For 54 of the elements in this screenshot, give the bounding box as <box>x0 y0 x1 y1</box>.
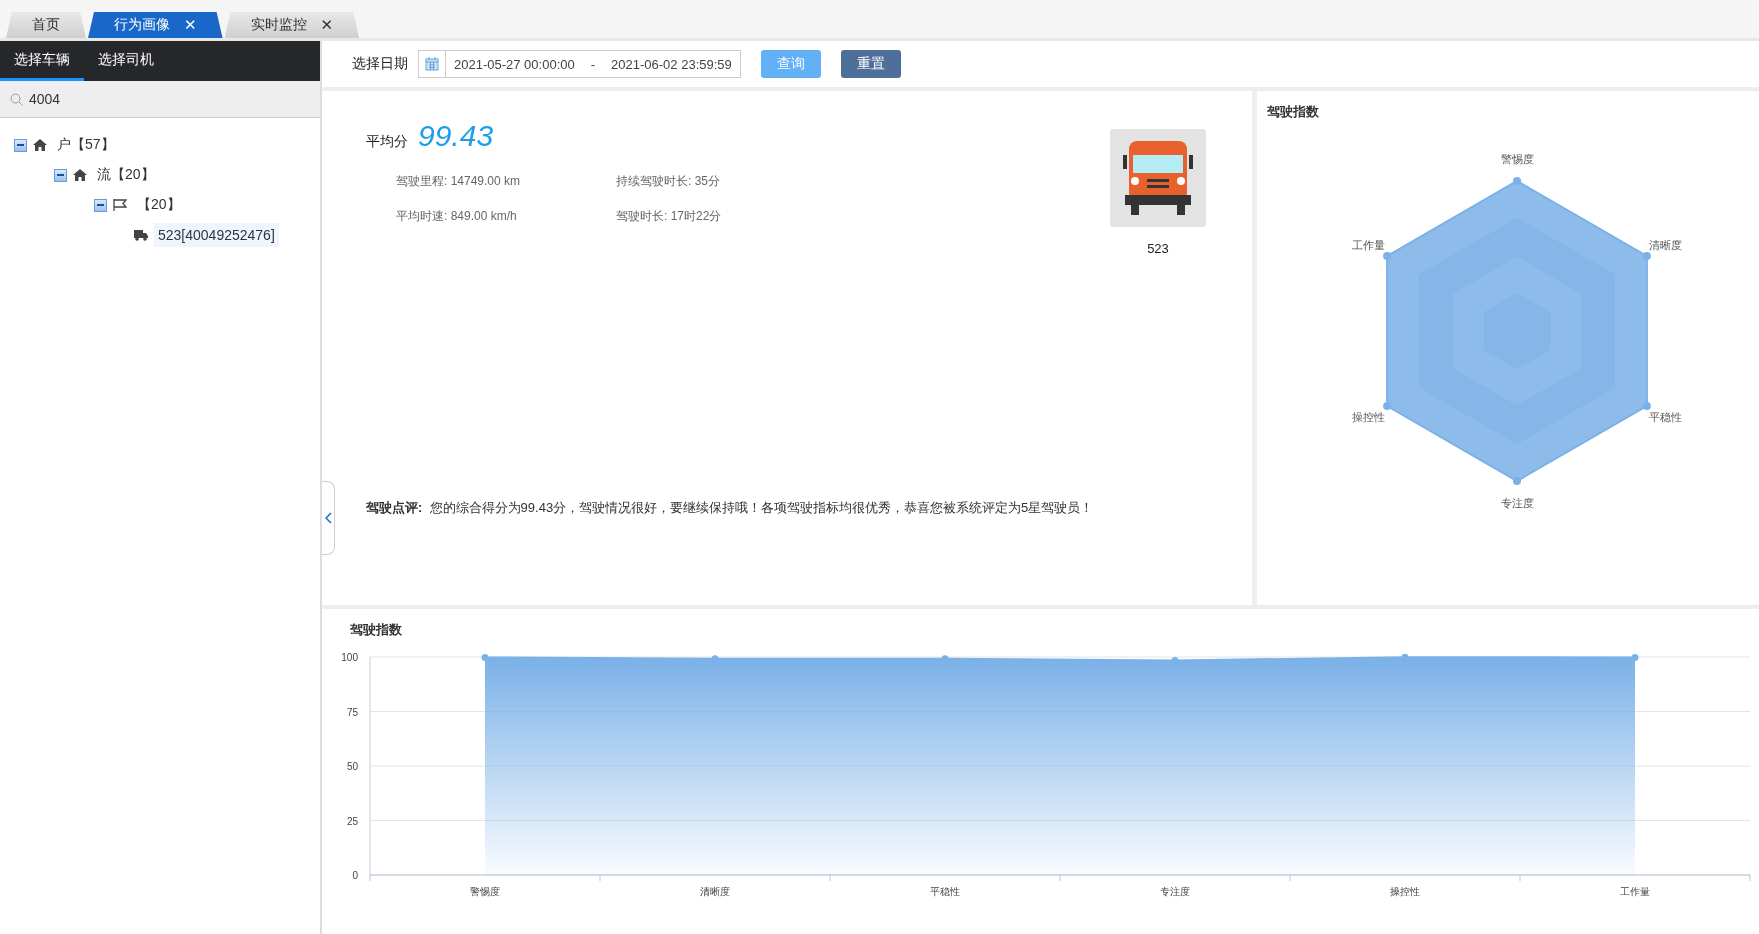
stat-text: 平均时速: 849.00 km/h <box>396 208 518 225</box>
axis-label: 工作量 <box>1351 239 1385 251</box>
x-tick-label: 清晰度 <box>700 886 730 897</box>
stat-text: 驾驶时长: 17时22分 <box>616 208 723 225</box>
tree-item[interactable]: 【20】 <box>133 192 185 218</box>
x-tick-label: 操控性 <box>1390 886 1420 897</box>
tree-item[interactable]: 流【20】 <box>93 162 159 188</box>
axis-label: 清晰度 <box>1649 239 1683 251</box>
flag-icon <box>113 199 127 211</box>
close-icon[interactable]: ✕ <box>184 16 197 34</box>
y-tick-label: 25 <box>346 815 358 827</box>
collapse-toggle[interactable] <box>94 198 107 212</box>
sidebar-tab[interactable]: 选择司机 <box>84 41 168 81</box>
collapse-handle[interactable] <box>322 481 335 555</box>
y-tick-label: 50 <box>346 761 358 772</box>
close-icon[interactable]: ✕ <box>320 16 334 34</box>
query-button[interactable]: 重置 <box>840 50 901 78</box>
axis-label: 警惕度 <box>1500 153 1534 165</box>
tab[interactable]: 行为画像 ✕ <box>88 12 223 38</box>
data-point <box>481 653 489 661</box>
axis-label: 专注度 <box>1500 497 1534 509</box>
x-tick-label: 平稳性 <box>930 886 960 897</box>
home-icon <box>33 139 47 151</box>
date-range-field[interactable]: 2021-05-27 00:00:00 - 2021-06-02 23:59:59 <box>418 50 741 78</box>
tree-item[interactable]: 523[40049252476] <box>154 223 279 247</box>
panel-title: 驾驶指数 <box>1267 103 1320 121</box>
date-label: 选择日期 <box>352 55 408 73</box>
x-tick-label: 工作量 <box>1620 886 1650 897</box>
home-icon <box>73 169 87 181</box>
data-point <box>1631 653 1639 661</box>
axis-label: 平稳性 <box>1649 411 1683 423</box>
y-tick-label: 0 <box>352 870 358 881</box>
collapse-toggle[interactable] <box>54 168 67 182</box>
x-tick-label: 专注度 <box>1160 886 1190 897</box>
y-tick-label: 100 <box>341 652 358 663</box>
axis-label: 操控性 <box>1351 411 1385 423</box>
panel-title: 驾驶指数 <box>350 621 403 639</box>
tree-item[interactable]: 户【57】 <box>53 132 119 158</box>
x-tick-label: 警惕度 <box>470 886 500 897</box>
tab[interactable]: 实时监控 ✕ <box>224 12 360 38</box>
driving-comment: 驾驶点评: 您的综合得分为99.43分，驾驶情况很好，要继续保持哦！各项驾驶指标均很优秀，恭喜您被系统评定为5星驾驶员！ <box>366 499 1095 517</box>
stat-text: 持续驾驶时长: 35分 <box>616 173 721 190</box>
tab[interactable]: 首页 <box>6 12 86 38</box>
collapse-toggle[interactable] <box>14 138 27 152</box>
search-field[interactable]: 4004 <box>29 91 61 107</box>
vehicle-name: 523 <box>1147 241 1169 256</box>
score-label: 平均分 <box>366 133 408 151</box>
score-value: 99.43 <box>418 119 494 153</box>
calendar-icon <box>425 57 439 71</box>
truck-icon <box>134 229 148 241</box>
search-icon <box>10 92 23 106</box>
stat-text: 驾驶里程: 14749.00 km <box>396 173 522 190</box>
y-tick-label: 75 <box>346 706 358 718</box>
truck-icon <box>1123 141 1193 215</box>
